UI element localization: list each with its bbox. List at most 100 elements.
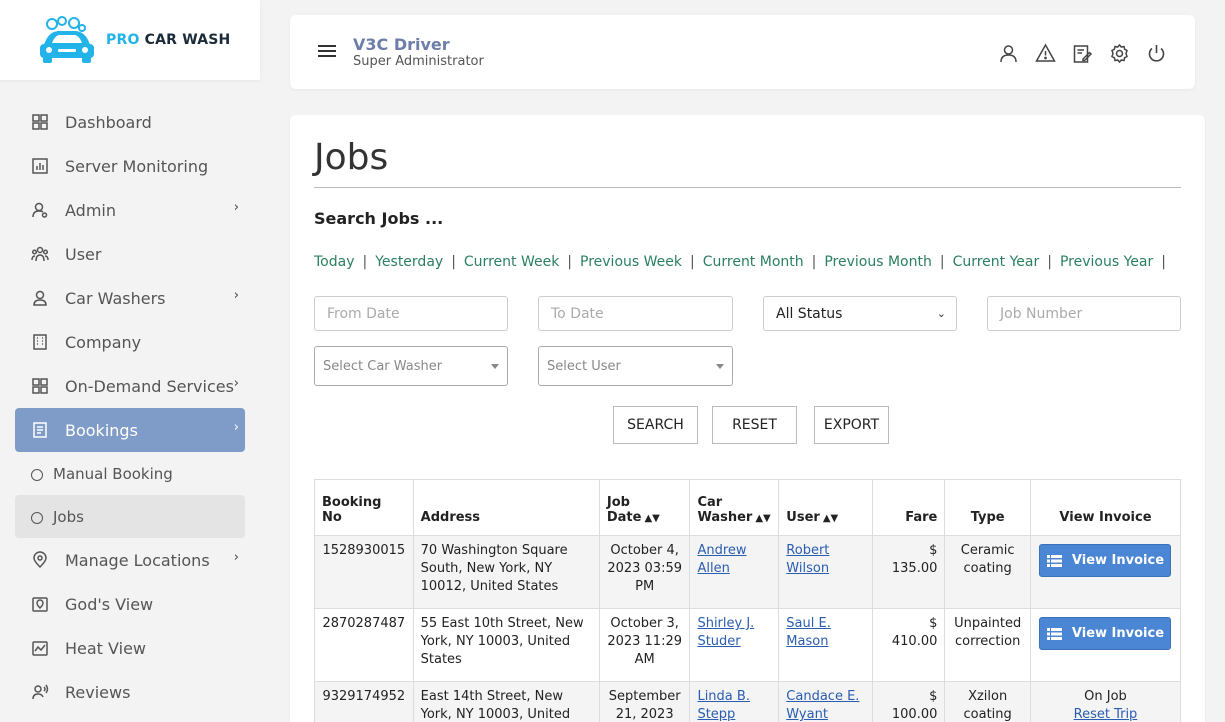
view-invoice-button[interactable]: View Invoice <box>1039 544 1172 577</box>
cell-car-washer: Shirley J. Studer <box>689 608 780 682</box>
dashboard-icon <box>31 113 49 131</box>
search-heading: Search Jobs ... <box>314 209 444 228</box>
table-row: 2870287487 55 East 10th Street, New York… <box>314 608 1182 682</box>
cell-address: 55 East 10th Street, New York, NY 10003,… <box>412 608 600 682</box>
chevron-right-icon: › <box>233 420 239 435</box>
col-user[interactable]: User ▲▼ <box>778 479 873 536</box>
car-washer-link[interactable]: Andrew Allen <box>697 543 746 576</box>
col-address: Address <box>412 479 600 536</box>
main-content: Jobs Search Jobs ... Today | Yesterday | C… <box>290 115 1205 722</box>
job-number-input[interactable]: Job Number <box>987 296 1181 331</box>
heat-map-icon <box>31 639 49 657</box>
sidebar-item-bookings[interactable]: Bookings › <box>15 408 245 452</box>
sidebar-item-gods-view[interactable]: God's View <box>15 582 245 626</box>
filter-previous-week[interactable]: Previous Week <box>580 254 682 270</box>
filter-previous-year[interactable]: Previous Year <box>1060 254 1153 270</box>
cell-invoice: View Invoice <box>1029 535 1182 609</box>
cell-booking-no: 9329174952 <box>314 681 414 722</box>
sidebar-item-manage-locations[interactable]: Manage Locations › <box>15 538 245 582</box>
car-washer-select-value: Select Car Washer <box>323 358 443 374</box>
status-select-value: All Status <box>776 305 843 322</box>
cell-type: Xzilon coating <box>944 681 1031 722</box>
page-title: Jobs <box>314 137 389 178</box>
brand[interactable]: PRO CAR WASH <box>0 0 260 80</box>
location-pin-icon <box>31 551 49 569</box>
dropdown-arrow-icon <box>716 363 724 369</box>
settings-gear-icon[interactable] <box>1109 43 1130 64</box>
table-row: 1528930015 70 Washington Square South, N… <box>314 535 1182 609</box>
filter-previous-month[interactable]: Previous Month <box>824 254 932 270</box>
filter-yesterday[interactable]: Yesterday <box>375 254 443 270</box>
export-button[interactable]: EXPORT <box>814 406 889 444</box>
car-wash-logo-icon <box>40 16 94 63</box>
warning-icon[interactable] <box>1035 43 1056 64</box>
cell-invoice: View Invoice <box>1029 608 1182 682</box>
sidebar-subitem-label: Jobs <box>53 507 84 526</box>
sidebar-item-user[interactable]: User <box>15 232 245 276</box>
user-link[interactable]: Saul E. Mason <box>786 616 831 649</box>
sidebar-item-company[interactable]: Company <box>15 320 245 364</box>
sidebar-item-reviews[interactable]: Reviews <box>15 670 245 714</box>
document-list-icon <box>31 421 49 439</box>
sidebar-item-heat-view[interactable]: Heat View <box>15 626 245 670</box>
cell-type: Ceramic coating <box>944 535 1031 609</box>
col-booking-no: Booking No <box>314 479 414 536</box>
hamburger-menu-icon[interactable] <box>318 45 336 58</box>
sort-icon: ▲▼ <box>822 513 839 524</box>
car-washer-link[interactable]: Linda B. Stepp <box>697 689 750 722</box>
status-select[interactable]: All Status ⌄ <box>763 296 957 331</box>
dropdown-arrow-icon <box>491 363 499 369</box>
reset-trip-link[interactable]: Reset Trip <box>1074 707 1138 722</box>
user-select-value: Select User <box>547 358 621 374</box>
user-link[interactable]: Candace E. Wyant <box>786 689 859 722</box>
profile-icon[interactable] <box>998 43 1019 64</box>
car-washer-select[interactable]: Select Car Washer <box>314 346 508 386</box>
cell-fare: $ 100.00 <box>871 681 946 722</box>
edit-notes-icon[interactable] <box>1072 43 1093 64</box>
title-divider <box>314 187 1181 188</box>
chevron-down-icon: ⌄ <box>936 307 946 320</box>
cell-user: Robert Wilson <box>778 535 873 609</box>
cell-fare: $ 410.00 <box>871 608 946 682</box>
cell-booking-no: 1528930015 <box>314 535 414 609</box>
brand-rest: CAR WASH <box>144 32 231 48</box>
view-invoice-button[interactable]: View Invoice <box>1039 617 1172 650</box>
reset-button[interactable]: RESET <box>712 406 797 444</box>
filter-current-month[interactable]: Current Month <box>703 254 804 270</box>
separator: | <box>567 254 573 270</box>
sidebar-item-admin[interactable]: Admin › <box>15 188 245 232</box>
list-icon <box>1046 554 1062 567</box>
chevron-right-icon: › <box>233 288 239 303</box>
admin-user-icon <box>31 201 49 219</box>
cell-fare: $ 135.00 <box>871 535 946 609</box>
building-icon <box>31 333 49 351</box>
to-date-input[interactable]: To Date <box>538 296 733 331</box>
sidebar-subitem-manual-booking[interactable]: Manual Booking <box>15 452 245 495</box>
cell-invoice: On Job Reset Trip <box>1029 681 1182 722</box>
top-header: V3C Driver Super Administrator <box>290 15 1195 89</box>
sidebar-item-dashboard[interactable]: Dashboard <box>15 100 245 144</box>
list-icon <box>1046 627 1062 640</box>
search-button[interactable]: SEARCH <box>613 406 698 444</box>
cell-address: East 14th Street, New York, NY 10003, Un… <box>412 681 600 722</box>
filter-today[interactable]: Today <box>314 254 355 270</box>
user-link[interactable]: Robert Wilson <box>786 543 829 576</box>
grid-icon <box>31 377 49 395</box>
filter-current-year[interactable]: Current Year <box>953 254 1040 270</box>
col-view-invoice: View Invoice <box>1029 479 1182 536</box>
sidebar-item-label: Manage Locations <box>65 550 210 570</box>
sidebar-item-on-demand-services[interactable]: On-Demand Services › <box>15 364 245 408</box>
sidebar-item-server-monitoring[interactable]: Server Monitoring <box>15 144 245 188</box>
sidebar-item-label: Bookings <box>65 420 138 440</box>
cell-booking-no: 2870287487 <box>314 608 414 682</box>
sidebar-item-car-washers[interactable]: Car Washers › <box>15 276 245 320</box>
filter-current-week[interactable]: Current Week <box>464 254 559 270</box>
power-logout-icon[interactable] <box>1146 43 1167 64</box>
user-select[interactable]: Select User <box>538 346 733 386</box>
col-fare: Fare <box>871 479 946 536</box>
col-job-date[interactable]: Job Date ▲▼ <box>598 479 691 536</box>
sidebar-subitem-jobs[interactable]: Jobs <box>15 495 245 538</box>
col-car-washer[interactable]: Car Washer ▲▼ <box>689 479 780 536</box>
car-washer-link[interactable]: Shirley J. Studer <box>697 616 754 649</box>
from-date-input[interactable]: From Date <box>314 296 508 331</box>
